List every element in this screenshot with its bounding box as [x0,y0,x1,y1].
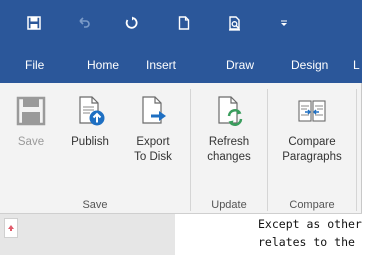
export-label-line1: Export [136,136,170,148]
save-icon[interactable] [23,10,45,36]
save-label: Save [17,136,45,148]
ribbon: Save Publish Export To Disk Save Refresh… [0,83,362,213]
navigation-pane [0,214,175,255]
new-document-icon[interactable] [173,10,195,36]
update-group-label: Update [211,199,247,211]
refresh-changes-label: Refresh changes [207,135,250,165]
refresh-label-line2: changes [207,151,251,163]
document-line: Except as otherwi [258,217,362,231]
compare-label-line2: Paragraphs [282,151,342,163]
publish-button[interactable]: Publish [66,95,114,150]
export-to-disk-button[interactable]: Export To Disk [124,95,182,165]
title-bar [0,0,365,48]
group-divider [356,89,357,211]
redo-icon[interactable] [120,10,142,36]
compare-paragraphs-label: Compare Paragraphs [282,135,341,165]
refresh-label-line1: Refresh [208,136,250,148]
compare-group-label: Compare [289,199,335,211]
pin-icon [8,225,14,231]
tab-insert[interactable]: Insert [146,58,176,72]
workspace: Except as otherwi relates to the "su [0,213,362,255]
refresh-changes-button[interactable]: Refresh changes [199,95,259,165]
undo-icon[interactable] [73,10,95,36]
save-group: Save Publish Export To Disk Save [0,83,190,213]
tab-home[interactable]: Home [87,58,119,72]
document-line: relates to the "su [258,235,362,249]
export-label-line2: To Disk [134,151,172,163]
export-icon [137,95,169,127]
tab-draw[interactable]: Draw [226,58,254,72]
export-to-disk-label: Export To Disk [134,135,172,165]
print-preview-icon[interactable] [224,10,246,36]
customize-qat-icon[interactable] [273,10,295,36]
save-button[interactable]: Save [14,95,48,150]
ribbon-tabs: File Home Insert Draw Design L [0,48,365,83]
publish-icon [74,95,106,127]
save-group-label: Save [82,199,108,211]
compare-group: Compare Paragraphs Compare [268,83,356,213]
tab-layout-partial[interactable]: L [353,58,360,72]
refresh-icon [213,95,245,127]
tab-file[interactable]: File [25,58,44,72]
document-body[interactable]: Except as otherwi relates to the "su [175,214,362,255]
publish-label: Publish [71,136,109,148]
compare-paragraphs-button[interactable]: Compare Paragraphs [274,95,350,165]
update-group: Refresh changes Update [191,83,267,213]
tab-design[interactable]: Design [291,58,328,72]
bookmark-marker[interactable] [4,218,18,238]
compare-label-line1: Compare [288,136,336,148]
save-icon [15,95,47,127]
window-edge [362,0,375,255]
compare-icon [296,95,328,127]
